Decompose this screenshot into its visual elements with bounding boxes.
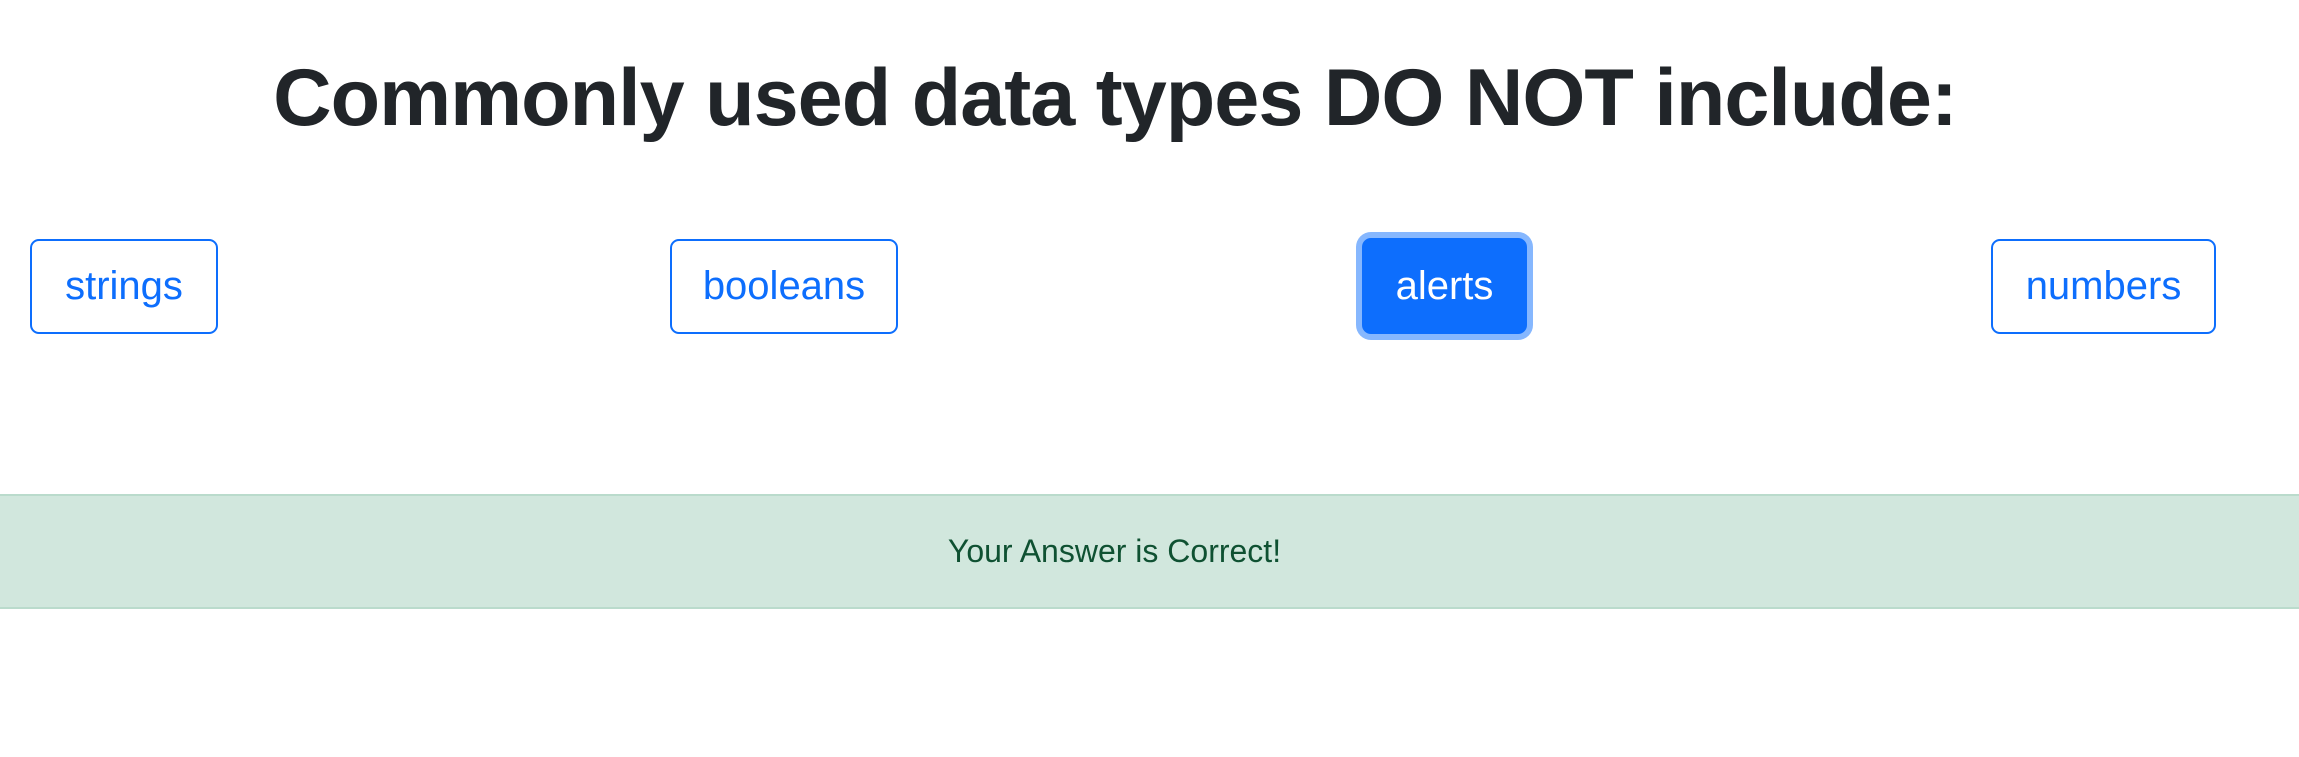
answer-button-booleans[interactable]: booleans	[670, 239, 898, 334]
answer-button-strings[interactable]: strings	[30, 239, 218, 334]
answer-button-alerts[interactable]: alerts	[1362, 238, 1527, 334]
feedback-banner: Your Answer is Correct!	[0, 494, 2299, 609]
answer-button-numbers[interactable]: numbers	[1991, 239, 2216, 334]
quiz-page: Commonly used data types DO NOT include:…	[0, 0, 2299, 757]
feedback-message: Your Answer is Correct!	[947, 533, 1282, 569]
question-title: Commonly used data types DO NOT include:	[273, 53, 1958, 143]
